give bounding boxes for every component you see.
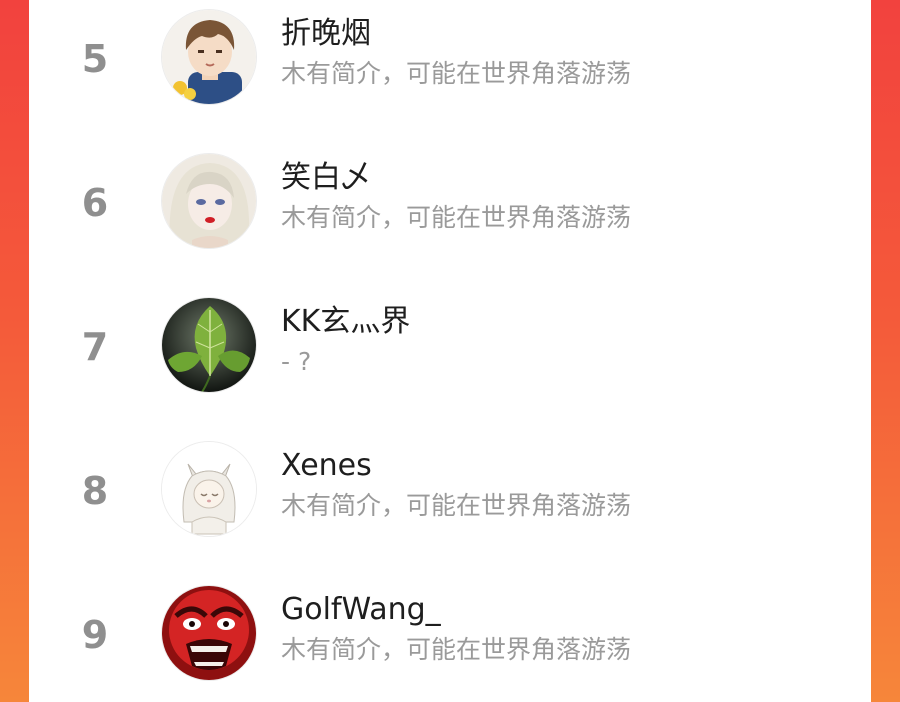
rank-number: 8: [81, 469, 109, 513]
user-name[interactable]: 笑白乄: [281, 158, 371, 198]
user-name[interactable]: KK玄灬界: [281, 302, 410, 342]
ranking-list-item[interactable]: 6 笑白乄 木有简介，可能在世界角落游荡: [29, 144, 871, 288]
user-name[interactable]: 折晚烟: [281, 14, 371, 54]
rank-number: 5: [81, 37, 109, 81]
green-leaf-avatar-icon[interactable]: [162, 298, 256, 392]
anime-girl-avatar-icon[interactable]: [162, 154, 256, 248]
rank-number: 7: [81, 325, 109, 369]
user-bio: 木有简介，可能在世界角落游荡: [281, 59, 632, 88]
user-name[interactable]: GolfWang_: [281, 590, 441, 630]
user-bio: 木有简介，可能在世界角落游荡: [281, 203, 632, 232]
rank-number: 6: [81, 181, 109, 225]
user-bio: 木有简介，可能在世界角落游荡: [281, 491, 632, 520]
ranking-list-item[interactable]: 9 GolfWang_ 木有简介，可能在世界角落游荡: [29, 576, 871, 702]
rank-number: 9: [81, 613, 109, 657]
ranking-list-card: 5 折晚烟 木有简介，可能在世界角落游荡 6 笑白乄 木有简介，可能在世界角落游…: [29, 0, 871, 702]
ranking-list-item[interactable]: 5 折晚烟 木有简介，可能在世界角落游荡: [29, 0, 871, 144]
cartoon-boy-avatar-icon[interactable]: [162, 10, 256, 104]
user-bio: 木有简介，可能在世界角落游荡: [281, 635, 632, 664]
ranking-list-item[interactable]: 8 Xenes 木有简介，可能在世界角落游荡: [29, 432, 871, 576]
red-angry-face-avatar-icon[interactable]: [162, 586, 256, 680]
cat-girl-sketch-avatar-icon[interactable]: [162, 442, 256, 536]
user-bio: - ?: [281, 347, 312, 376]
user-name[interactable]: Xenes: [281, 446, 372, 486]
ranking-list-item[interactable]: 7 KK玄灬界 - ?: [29, 288, 871, 432]
